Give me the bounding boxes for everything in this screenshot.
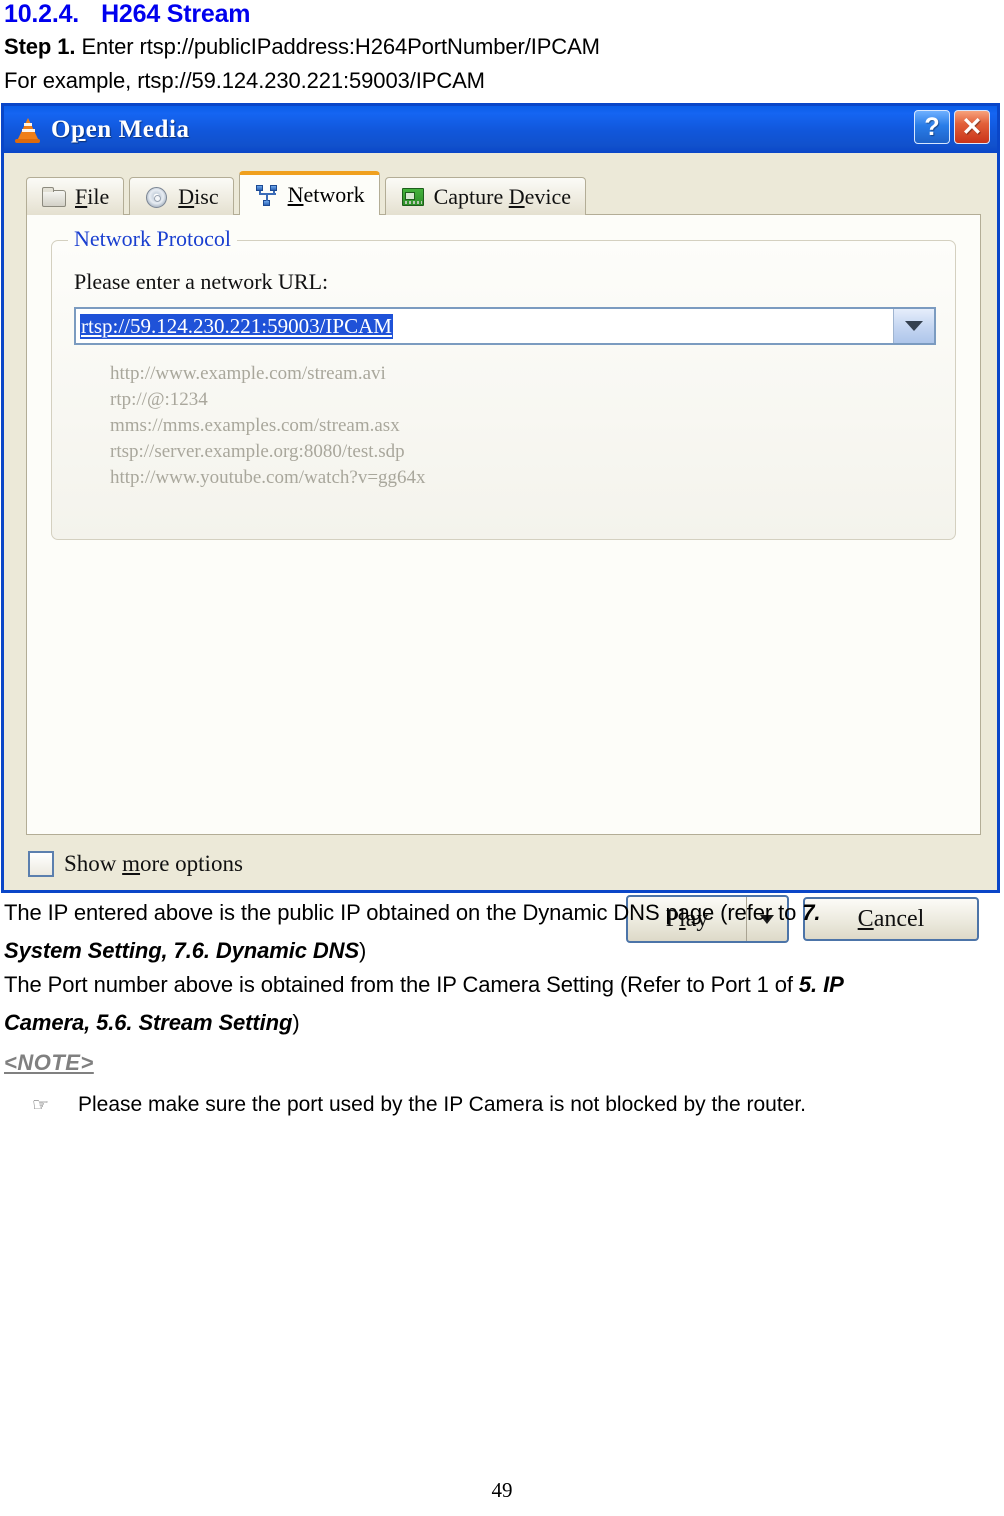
tab-disc[interactable]: Disc xyxy=(129,177,234,215)
close-icon[interactable]: ✕ xyxy=(954,110,990,144)
media-source-tabs: File Disc Network Capture Device xyxy=(26,171,591,215)
heading-number: 10.2.4. xyxy=(4,0,80,28)
page-number: 49 xyxy=(491,1478,513,1502)
paragraph-2-line-2: Camera, 5.6. Stream Setting) xyxy=(4,1010,300,1036)
page-title: 10.2.4. H264 Stream xyxy=(4,0,251,29)
note-bullet-item: ☞ Please make sure the port used by the I… xyxy=(32,1093,972,1117)
dialog-body: File Disc Network Capture Device Network… xyxy=(4,153,997,943)
example-line: For example, rtsp://59.124.230.221:59003… xyxy=(4,68,485,93)
network-url-input[interactable]: rtsp://59.124.230.221:59003/IPCAM xyxy=(76,313,893,339)
paragraph-2-line-1: The Port number above is obtained from t… xyxy=(4,972,844,998)
para1-ref-b: System Setting, 7.6. Dynamic DNS xyxy=(4,938,360,963)
tab-capture-device[interactable]: Capture Device xyxy=(384,177,587,215)
tab-capture-device-label: Capture Device xyxy=(433,183,572,209)
step-label: Step 1. xyxy=(4,34,76,59)
network-url-label: Please enter a network URL: xyxy=(74,269,329,294)
open-media-dialog: Open Media ? ✕ File Disc Network Capture… xyxy=(1,103,1000,943)
paragraph-1-line-1: The IP entered above is the public IP ob… xyxy=(4,900,820,926)
tab-file[interactable]: File xyxy=(26,177,125,215)
pointing-hand-icon: ☞ xyxy=(32,1094,50,1116)
network-icon xyxy=(254,184,280,206)
step-1-line: Step 1. Enter rtsp://publicIPaddress:H26… xyxy=(4,34,600,60)
vlc-cone-icon xyxy=(14,115,42,145)
para1-ref-a: 7. xyxy=(802,900,821,925)
para1-close-paren: ) xyxy=(359,938,367,963)
note-heading: <NOTE> xyxy=(4,1050,94,1075)
capture-card-icon xyxy=(400,186,426,208)
para2-close-paren: ) xyxy=(292,1010,300,1035)
cancel-button[interactable]: Cancel xyxy=(803,897,979,941)
network-protocol-group: Network Protocol Please enter a network … xyxy=(51,226,956,540)
url-examples-hint: http://www.example.com/stream.avi rtp://… xyxy=(110,363,426,488)
para2-plain: The Port number above is obtained from t… xyxy=(4,972,799,997)
show-more-options-checkbox[interactable] xyxy=(28,851,54,877)
para2-ref-b: Camera, 5.6. Stream Setting xyxy=(4,1010,293,1035)
chevron-down-icon[interactable] xyxy=(893,309,934,343)
para2-ref-a: 5. IP xyxy=(798,972,844,997)
heading-title: H264 Stream xyxy=(101,0,251,28)
dialog-titlebar[interactable]: Open Media ? ✕ xyxy=(4,106,997,153)
tab-disc-label: Disc xyxy=(178,183,219,209)
tab-network-label: Network xyxy=(287,182,365,207)
show-more-options-label: Show more options xyxy=(64,851,243,876)
tab-file-label: File xyxy=(75,183,110,209)
window-controls: ? ✕ xyxy=(914,110,990,144)
network-url-value: rtsp://59.124.230.221:59003/IPCAM xyxy=(80,313,393,339)
network-tab-panel: Network Protocol Please enter a network … xyxy=(26,214,981,835)
network-protocol-group-title: Network Protocol xyxy=(68,226,238,252)
tab-network[interactable]: Network xyxy=(238,171,380,215)
note-bullet-text: Please make sure the port used by the IP… xyxy=(78,1093,807,1116)
paragraph-1-line-2: System Setting, 7.6. Dynamic DNS) xyxy=(4,938,366,964)
step-text: Enter rtsp://publicIPaddress:H264PortNum… xyxy=(75,34,600,59)
dialog-title: Open Media xyxy=(51,115,190,143)
para1-plain: The IP entered above is the public IP ob… xyxy=(4,900,803,925)
show-more-options-row[interactable]: Show more options xyxy=(28,851,243,877)
folder-icon xyxy=(41,186,67,208)
disc-icon xyxy=(144,186,170,208)
manual-page: 10.2.4. H264 Stream Step 1. Enter rtsp://… xyxy=(0,0,1004,1516)
help-button[interactable]: ? xyxy=(914,110,950,144)
network-url-combobox[interactable]: rtsp://59.124.230.221:59003/IPCAM xyxy=(74,307,936,345)
